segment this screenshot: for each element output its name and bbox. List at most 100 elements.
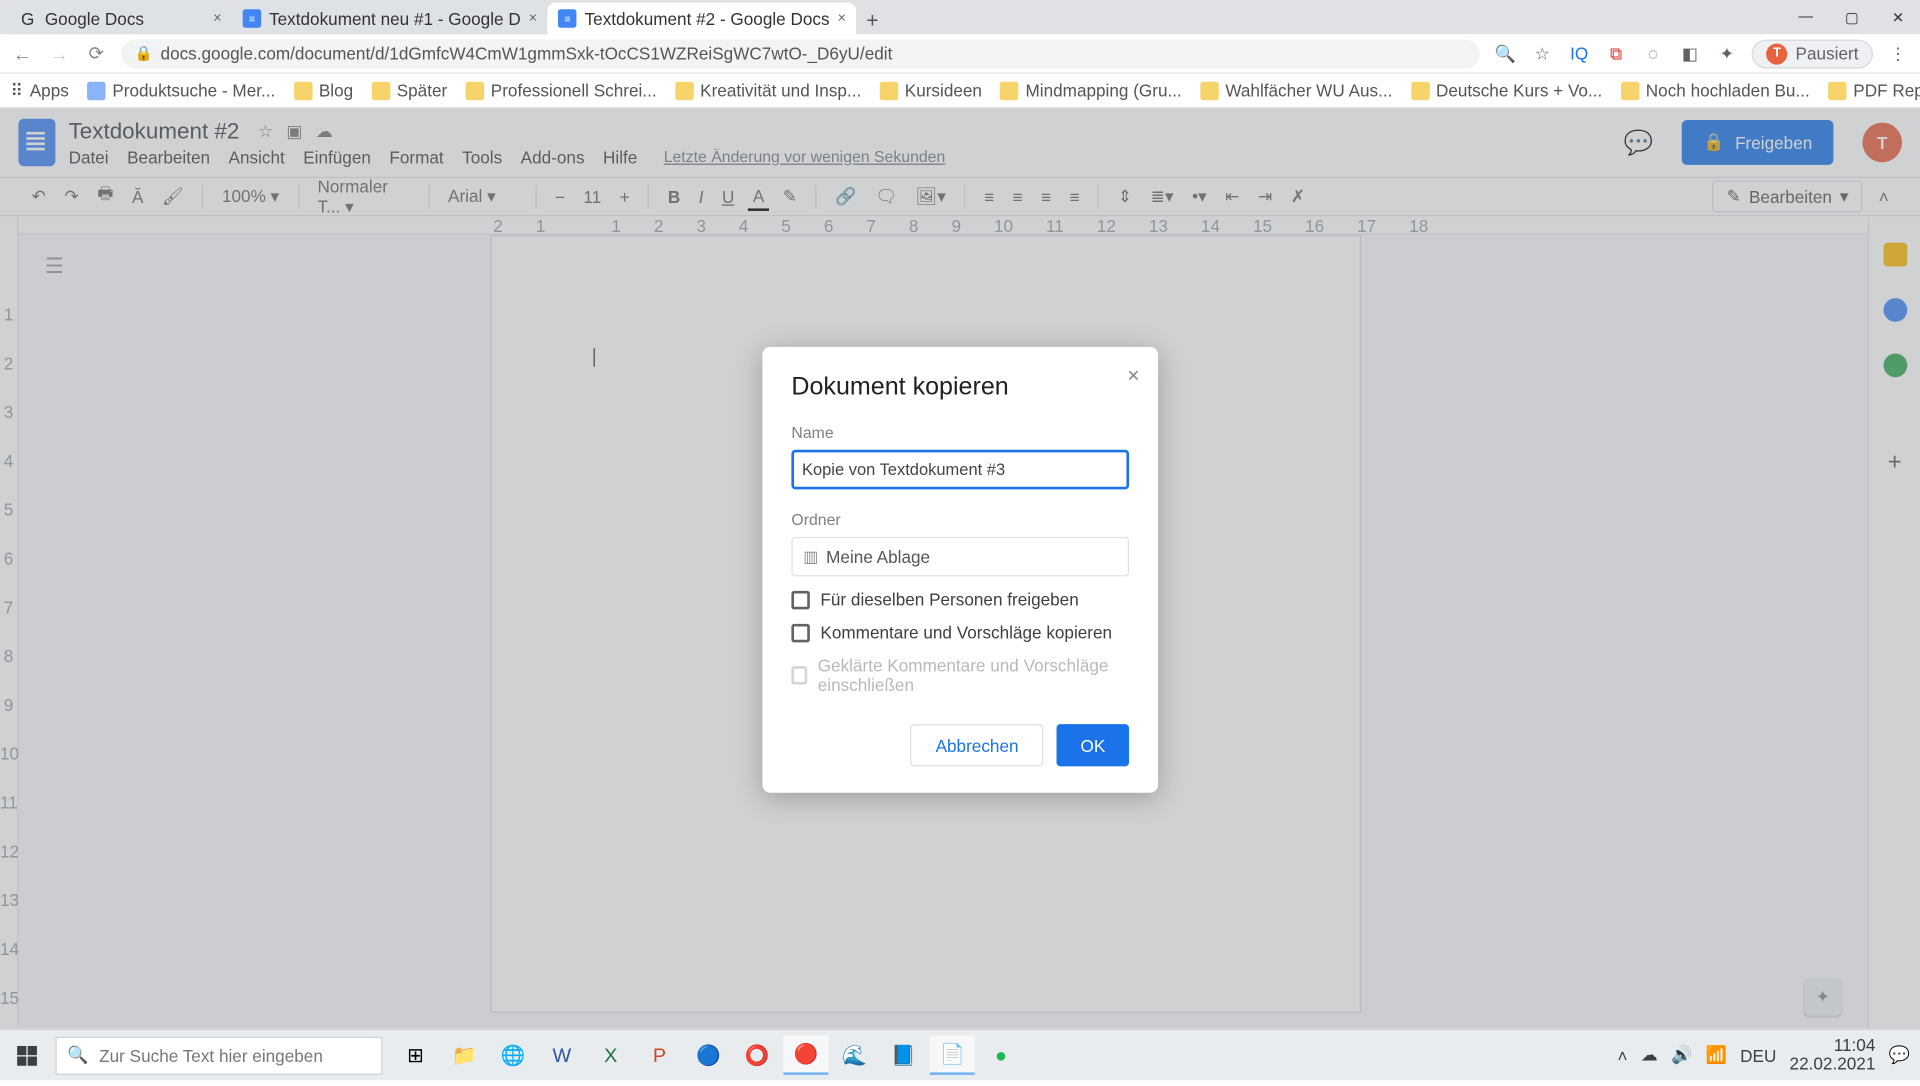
- tray-up-icon[interactable]: ˄: [1618, 1045, 1628, 1065]
- bookmark-item[interactable]: Professionell Schrei...: [466, 80, 657, 100]
- folder-icon: [1000, 81, 1018, 99]
- back-button[interactable]: ←: [11, 43, 35, 64]
- ok-button[interactable]: OK: [1057, 724, 1129, 766]
- clock[interactable]: 11:0422.02.2021: [1790, 1036, 1876, 1074]
- close-dialog-button[interactable]: ×: [1127, 365, 1139, 389]
- app-icon[interactable]: 📘: [881, 1035, 926, 1075]
- notifications-icon[interactable]: 💬: [1889, 1045, 1910, 1066]
- spotify-icon[interactable]: ●: [979, 1035, 1024, 1075]
- taskview-icon[interactable]: ⊞: [393, 1035, 438, 1075]
- maximize-button[interactable]: ▢: [1829, 0, 1874, 34]
- minimize-button[interactable]: —: [1783, 0, 1828, 34]
- folder-icon: [1411, 81, 1429, 99]
- folder-icon: [372, 81, 390, 99]
- reload-button[interactable]: ⟳: [84, 42, 108, 64]
- system-tray: ˄ ☁ 🔊 📶 DEU 11:0422.02.2021 💬: [1618, 1036, 1920, 1074]
- url-text: docs.google.com/document/d/1dGmfcW4CmW1g…: [161, 44, 893, 64]
- name-input[interactable]: [791, 450, 1129, 490]
- folder-value: Meine Ablage: [826, 547, 930, 567]
- ext-icon[interactable]: ◌: [1641, 44, 1665, 64]
- bookmarks-bar: ⠿Apps Produktsuche - Mer... Blog Später …: [0, 74, 1920, 108]
- bookmark-item[interactable]: Noch hochladen Bu...: [1621, 80, 1810, 100]
- volume-icon[interactable]: 🔊: [1671, 1045, 1692, 1066]
- bookmark-item[interactable]: Kreativität und Insp...: [675, 80, 861, 100]
- folder-icon: [294, 81, 312, 99]
- powerpoint-icon[interactable]: P: [637, 1035, 682, 1075]
- checkbox-resolved-comments: Geklärte Kommentare und Vorschläge einsc…: [791, 656, 1129, 696]
- dialog-title: Dokument kopieren: [791, 373, 1129, 402]
- lang-indicator[interactable]: DEU: [1740, 1045, 1776, 1065]
- favicon-google: G: [18, 9, 36, 27]
- omnibox[interactable]: 🔒 docs.google.com/document/d/1dGmfcW4CmW…: [121, 39, 1480, 68]
- start-button[interactable]: [0, 1045, 53, 1065]
- checkbox-icon: [791, 590, 809, 608]
- tab-label: Textdokument #2 - Google Docs: [585, 9, 830, 29]
- bookmark-apps[interactable]: ⠿Apps: [11, 80, 69, 101]
- folder-icon: [1200, 81, 1218, 99]
- explorer-icon[interactable]: 📁: [442, 1035, 487, 1075]
- folder-select[interactable]: ▥ Meine Ablage: [791, 537, 1129, 577]
- folder-icon: ▥: [803, 547, 818, 565]
- copy-document-dialog: × Dokument kopieren Name Ordner ▥ Meine …: [762, 347, 1158, 793]
- tab-label: Google Docs: [45, 9, 144, 29]
- ext-icon[interactable]: ◧: [1678, 43, 1702, 64]
- apps-icon: ⠿: [11, 80, 24, 101]
- favicon-docs-icon: ≡: [558, 9, 576, 27]
- cancel-button[interactable]: Abbrechen: [911, 724, 1044, 766]
- tab-textdokument-2[interactable]: ≡ Textdokument #2 - Google Docs ×: [548, 3, 857, 35]
- zoom-icon[interactable]: 🔍: [1493, 43, 1517, 64]
- avatar-initial: T: [1767, 43, 1788, 64]
- app-icon[interactable]: ⭕: [735, 1035, 780, 1075]
- name-label: Name: [791, 423, 1129, 441]
- lock-icon: 🔒: [135, 45, 153, 62]
- profile-chip[interactable]: T Pausiert: [1752, 39, 1873, 68]
- bookmark-item[interactable]: Blog: [294, 80, 353, 100]
- folder-icon: [675, 81, 693, 99]
- checkbox-icon: [791, 623, 809, 641]
- taskbar-search[interactable]: 🔍Zur Suche Text hier eingeben: [55, 1036, 382, 1074]
- word-icon[interactable]: W: [539, 1035, 584, 1075]
- close-icon[interactable]: ×: [213, 11, 221, 27]
- new-tab-button[interactable]: +: [857, 11, 889, 35]
- tab-label: Textdokument neu #1 - Google D: [269, 9, 521, 29]
- bookmark-item[interactable]: Kursideen: [880, 80, 982, 100]
- bookmark-item[interactable]: Wahlfächer WU Aus...: [1200, 80, 1392, 100]
- tab-google-docs[interactable]: G Google Docs ×: [8, 3, 232, 35]
- folder-icon: [880, 81, 898, 99]
- close-icon[interactable]: ×: [529, 11, 537, 27]
- wifi-icon[interactable]: 📶: [1706, 1045, 1727, 1066]
- checkbox-share-same[interactable]: Für dieselben Personen freigeben: [791, 590, 1129, 610]
- bookmark-item[interactable]: Mindmapping (Gru...: [1000, 80, 1181, 100]
- bookmark-item[interactable]: PDF Report: [1828, 80, 1920, 100]
- edge-icon[interactable]: 🌊: [832, 1035, 877, 1075]
- app-icon[interactable]: 🌐: [491, 1035, 536, 1075]
- folder-icon: [1828, 81, 1846, 99]
- app-icon[interactable]: 🔵: [686, 1035, 731, 1075]
- ext-icon[interactable]: ⧉: [1604, 43, 1628, 64]
- menu-icon[interactable]: ⋮: [1886, 43, 1910, 64]
- checkbox-copy-comments[interactable]: Kommentare und Vorschläge kopieren: [791, 623, 1129, 643]
- forward-button[interactable]: →: [47, 43, 71, 64]
- browser-tabstrip: G Google Docs × ≡ Textdokument neu #1 - Goo…: [0, 0, 1920, 34]
- favicon-docs-icon: ≡: [243, 9, 261, 27]
- chrome-icon[interactable]: 🔴: [783, 1035, 828, 1075]
- profile-label: Pausiert: [1796, 44, 1859, 64]
- bookmark-item[interactable]: Produktsuche - Mer...: [87, 80, 275, 100]
- close-icon[interactable]: ×: [837, 11, 845, 27]
- checkbox-icon: [791, 666, 807, 684]
- notepad-icon[interactable]: 📄: [930, 1035, 975, 1075]
- windows-taskbar: 🔍Zur Suche Text hier eingeben ⊞ 📁 🌐 W X …: [0, 1029, 1920, 1080]
- excel-icon[interactable]: X: [588, 1035, 633, 1075]
- close-window-button[interactable]: ✕: [1876, 0, 1920, 34]
- folder-icon: [1621, 81, 1639, 99]
- extensions-icon[interactable]: ✦: [1715, 43, 1739, 64]
- star-icon[interactable]: ☆: [1530, 43, 1554, 64]
- address-bar: ← → ⟳ 🔒 docs.google.com/document/d/1dGmf…: [0, 34, 1920, 74]
- tab-textdokument-1[interactable]: ≡ Textdokument neu #1 - Google D ×: [232, 3, 548, 35]
- ext-icon[interactable]: IQ: [1567, 44, 1591, 64]
- bookmark-item[interactable]: Deutsche Kurs + Vo...: [1411, 80, 1602, 100]
- folder-icon: [466, 81, 484, 99]
- folder-icon: [87, 81, 105, 99]
- bookmark-item[interactable]: Später: [372, 80, 448, 100]
- onedrive-icon[interactable]: ☁: [1641, 1045, 1658, 1066]
